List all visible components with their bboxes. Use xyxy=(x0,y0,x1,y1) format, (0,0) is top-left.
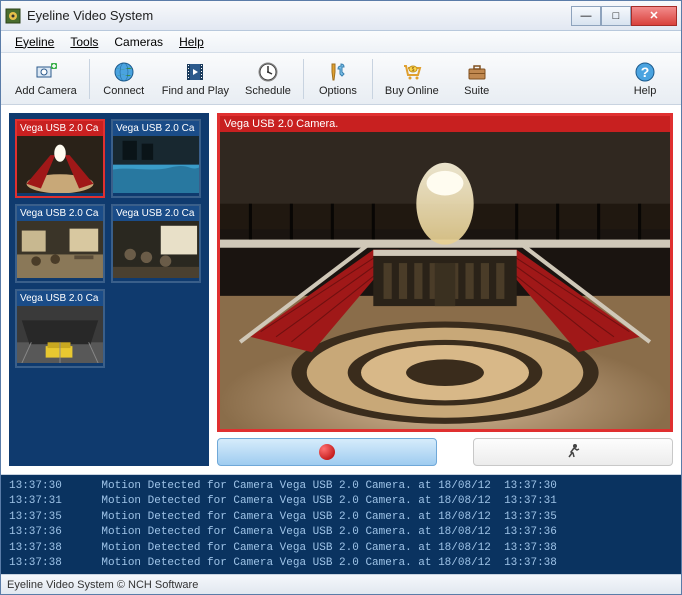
record-button[interactable] xyxy=(217,438,437,466)
tools-icon xyxy=(327,61,349,83)
camera-thumbnail[interactable]: Vega USB 2.0 Ca xyxy=(15,119,105,198)
close-button[interactable] xyxy=(631,6,677,26)
maximize-button[interactable] xyxy=(601,6,631,26)
log-row: 13:37:35 Motion Detected for Camera Vega… xyxy=(9,510,673,525)
briefcase-icon xyxy=(466,61,488,83)
log-row: 13:37:30 Motion Detected for Camera Vega… xyxy=(9,479,673,494)
add-camera-button[interactable]: Add Camera xyxy=(7,55,85,103)
camera-thumbnail[interactable]: Vega USB 2.0 Ca xyxy=(15,204,105,283)
titlebar: Eyeline Video System xyxy=(1,1,681,31)
thumbnail-title: Vega USB 2.0 Ca xyxy=(17,206,103,221)
globe-icon xyxy=(113,61,135,83)
window-controls xyxy=(571,6,677,26)
thumbnail-title: Vega USB 2.0 Ca xyxy=(17,291,103,306)
running-person-icon xyxy=(564,443,582,461)
options-button[interactable]: Options xyxy=(308,55,368,103)
preview-image xyxy=(220,132,670,429)
camera-thumbnails-panel: Vega USB 2.0 Ca Vega USB 2.0 Ca Vega USB 2… xyxy=(9,113,209,466)
help-button[interactable]: ? Help xyxy=(615,55,675,103)
svg-text:$: $ xyxy=(411,67,414,73)
log-row: 13:37:36 Motion Detected for Camera Vega… xyxy=(9,525,673,540)
clock-icon xyxy=(257,61,279,83)
separator xyxy=(89,59,90,99)
camera-thumbnail[interactable]: Vega USB 2.0 Ca xyxy=(111,119,201,198)
statusbar: Eyeline Video System © NCH Software xyxy=(1,574,681,594)
log-row: 13:37:38 Motion Detected for Camera Vega… xyxy=(9,556,673,571)
schedule-label: Schedule xyxy=(245,85,291,97)
connect-button[interactable]: Connect xyxy=(94,55,154,103)
camera-thumbnail[interactable]: Vega USB 2.0 Ca xyxy=(111,204,201,283)
app-window: Eyeline Video System Eyeline Tools Camer… xyxy=(0,0,682,595)
menu-tools[interactable]: Tools xyxy=(62,33,106,51)
connect-label: Connect xyxy=(103,85,144,97)
menu-cameras[interactable]: Cameras xyxy=(106,33,171,51)
preview-title: Vega USB 2.0 Camera. xyxy=(220,116,670,132)
thumbnail-image xyxy=(113,136,199,196)
find-and-play-button[interactable]: Find and Play xyxy=(154,55,237,103)
buy-online-label: Buy Online xyxy=(385,85,439,97)
options-label: Options xyxy=(319,85,357,97)
find-and-play-label: Find and Play xyxy=(162,85,229,97)
content-area: Vega USB 2.0 Ca Vega USB 2.0 Ca Vega USB 2… xyxy=(1,105,681,474)
separator xyxy=(303,59,304,99)
toolbar: Add Camera Connect Find and Play Schedul… xyxy=(1,53,681,105)
thumbnail-title: Vega USB 2.0 Ca xyxy=(113,121,199,136)
schedule-button[interactable]: Schedule xyxy=(237,55,299,103)
suite-button[interactable]: Suite xyxy=(447,55,507,103)
help-icon: ? xyxy=(634,61,656,83)
minimize-button[interactable] xyxy=(571,6,601,26)
menubar: Eyeline Tools Cameras Help xyxy=(1,31,681,53)
thumbnail-image xyxy=(17,136,103,196)
film-icon xyxy=(184,61,206,83)
camera-thumbnail[interactable]: Vega USB 2.0 Ca xyxy=(15,289,105,368)
buy-online-button[interactable]: $ Buy Online xyxy=(377,55,447,103)
preview-panel: Vega USB 2.0 Camera. xyxy=(217,113,673,466)
menu-eyeline[interactable]: Eyeline xyxy=(7,33,62,51)
separator xyxy=(372,59,373,99)
thumbnail-title: Vega USB 2.0 Ca xyxy=(17,121,103,136)
thumbnail-image xyxy=(17,221,103,281)
preview-controls xyxy=(217,438,673,466)
help-label: Help xyxy=(634,85,657,97)
preview-frame: Vega USB 2.0 Camera. xyxy=(217,113,673,432)
window-title: Eyeline Video System xyxy=(27,8,571,23)
add-camera-label: Add Camera xyxy=(15,85,77,97)
log-row: 13:37:38 Motion Detected for Camera Vega… xyxy=(9,541,673,556)
suite-label: Suite xyxy=(464,85,489,97)
svg-text:?: ? xyxy=(641,64,650,80)
cart-icon: $ xyxy=(401,61,423,83)
record-icon xyxy=(319,444,335,460)
motion-run-button[interactable] xyxy=(473,438,673,466)
app-icon xyxy=(5,8,21,24)
thumbnail-image xyxy=(113,221,199,281)
status-text: Eyeline Video System © NCH Software xyxy=(7,579,198,591)
menu-help[interactable]: Help xyxy=(171,33,212,51)
thumbnail-title: Vega USB 2.0 Ca xyxy=(113,206,199,221)
thumbnail-image xyxy=(17,306,103,366)
log-row: 13:37:31 Motion Detected for Camera Vega… xyxy=(9,494,673,509)
event-log[interactable]: 13:37:30 Motion Detected for Camera Vega… xyxy=(1,474,681,574)
add-camera-icon xyxy=(35,61,57,83)
